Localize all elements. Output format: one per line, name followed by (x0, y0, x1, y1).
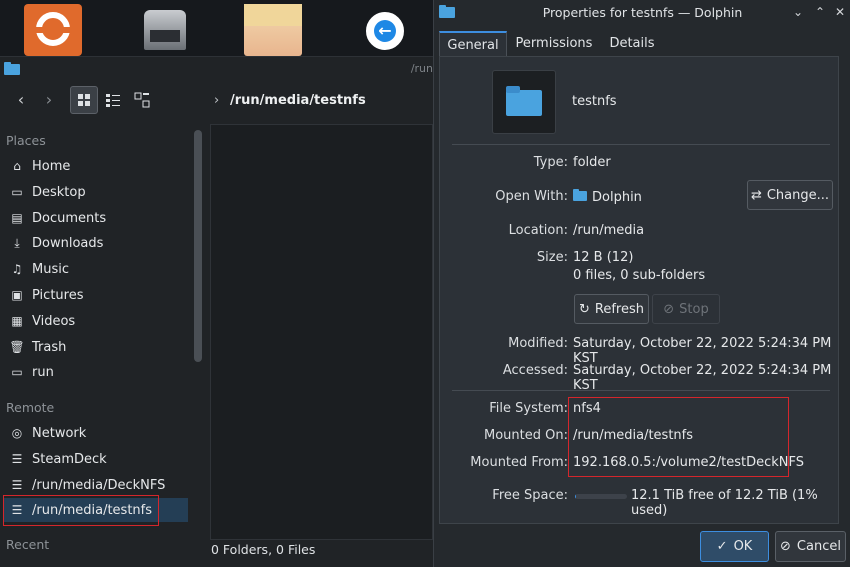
dolphin-window: /run ‹ › › /run/media/testnfs Places ⌂ Ho… (0, 56, 433, 567)
swap-arrows-icon: ⇄ (750, 187, 762, 203)
remote-decknfs[interactable]: ☰/run/media/DeckNFS (4, 473, 188, 497)
cancel-icon: ⊘ (780, 539, 791, 554)
drive-icon: ☰ (11, 452, 23, 466)
video-icon: ▦ (11, 314, 23, 328)
dolphin-toolbar: ‹ › › /run/media/testnfs (0, 81, 433, 121)
cancel-button[interactable]: ⊘ Cancel (775, 531, 846, 562)
free-space-value: 12.1 TiB free of 12.2 TiB (1% used) (631, 488, 818, 518)
section-places: Places (6, 133, 46, 148)
compact-view-icon[interactable] (99, 86, 127, 114)
mounted-from-label: Mounted From: (470, 455, 568, 470)
place-videos[interactable]: ▦ Videos (4, 309, 188, 333)
size-detail: 0 files, 0 sub-folders (573, 268, 706, 283)
network-drive-icon: ☰ (11, 478, 23, 492)
free-space-label: Free Space: (492, 488, 568, 503)
section-remote: Remote (6, 400, 55, 415)
accessed-value: Saturday, October 22, 2022 5:24:34 PM KS… (573, 363, 832, 393)
highlight-box-mount-info (568, 397, 789, 477)
tab-general[interactable]: General (439, 31, 507, 57)
check-icon: ✓ (716, 539, 728, 554)
document-icon: ▤ (11, 211, 23, 225)
back-arrow-icon[interactable]: ‹ (10, 88, 32, 112)
icons-view-icon[interactable] (70, 86, 98, 114)
free-space-gauge (575, 494, 627, 499)
home-icon: ⌂ (13, 159, 21, 173)
properties-dialog: Properties for testnfs — Dolphin ⌄ ⌃ ✕ G… (433, 0, 850, 567)
status-bar: 0 Folders, 0 Files (211, 542, 316, 557)
trash-icon: 🗑 (9, 340, 25, 354)
place-documents[interactable]: ▤ Documents (4, 206, 188, 230)
breadcrumb[interactable]: /run/media/testnfs (230, 93, 366, 108)
dolphin-titlebar: /run (0, 57, 433, 81)
remote-network[interactable]: ◎ Network (4, 421, 188, 445)
breadcrumb-chevron-icon[interactable]: › (214, 93, 219, 108)
modified-label: Modified: (508, 336, 568, 351)
forward-arrow-icon[interactable]: › (38, 88, 60, 112)
place-downloads[interactable]: ⤓ Downloads (4, 231, 188, 255)
refresh-icon: ↻ (579, 301, 590, 317)
stop-icon: ⊘ (663, 301, 675, 317)
size-value: 12 B (12) (573, 250, 634, 265)
picture-icon: ▣ (11, 288, 23, 302)
close-icon[interactable]: ✕ (831, 3, 849, 21)
music-icon: ♫ (11, 262, 23, 276)
divider (452, 144, 830, 145)
download-icon: ⤓ (14, 235, 20, 250)
tab-details[interactable]: Details (597, 31, 667, 57)
file-view[interactable] (210, 124, 433, 540)
type-label: Type: (533, 155, 568, 170)
network-icon: ◎ (11, 426, 23, 440)
places-scrollbar[interactable] (194, 130, 202, 362)
desktop-truck-game-icon[interactable] (136, 4, 194, 56)
desktop-anime-game-icon[interactable] (244, 4, 302, 56)
desktop-back-arrow-icon[interactable]: ← (362, 4, 420, 56)
mounted-on-label: Mounted On: (484, 428, 568, 443)
window-title-truncated: /run (410, 62, 433, 75)
section-recent: Recent (6, 537, 50, 552)
type-value: folder (573, 155, 611, 170)
folder-icon (4, 62, 20, 79)
remote-steamdeck[interactable]: ☰ SteamDeck (4, 447, 188, 471)
accessed-label: Accessed: (502, 363, 568, 378)
large-folder-icon[interactable] (492, 70, 556, 134)
place-pictures[interactable]: ▣ Pictures (4, 283, 188, 307)
tab-permissions[interactable]: Permissions (509, 31, 599, 57)
place-music[interactable]: ♫ Music (4, 257, 188, 281)
free-space-gauge-fill (575, 494, 577, 499)
refresh-button[interactable]: ↻ Refresh (574, 294, 649, 324)
place-home[interactable]: ⌂ Home (4, 154, 188, 178)
modified-value: Saturday, October 22, 2022 5:24:34 PM KS… (573, 336, 832, 366)
stop-button[interactable]: ⊘ Stop (652, 294, 720, 324)
maximize-chevron-icon[interactable]: ⌃ (811, 3, 829, 21)
item-name: testnfs (572, 94, 617, 109)
ok-button[interactable]: ✓ OK (700, 531, 769, 562)
size-label: Size: (536, 250, 568, 265)
divider (452, 390, 830, 391)
place-trash[interactable]: 🗑 Trash (4, 335, 188, 359)
dialog-title: Properties for testnfs — Dolphin (542, 5, 743, 20)
filesystem-label: File System: (489, 401, 568, 416)
view-mode-group (70, 86, 156, 114)
change-button[interactable]: ⇄ Change... (747, 180, 833, 210)
place-run[interactable]: ▭ run (4, 360, 188, 384)
folder-icon (573, 189, 587, 205)
dialog-titlebar: Properties for testnfs — Dolphin ⌄ ⌃ ✕ (434, 0, 850, 24)
minimize-chevron-icon[interactable]: ⌄ (789, 3, 807, 21)
folder-outline-icon: ▭ (11, 365, 23, 379)
location-label: Location: (508, 223, 568, 238)
desktop-icon: ▭ (11, 185, 23, 199)
place-desktop[interactable]: ▭ Desktop (4, 180, 188, 204)
openwith-value: Dolphin (573, 189, 642, 205)
location-value: /run/media (573, 223, 645, 238)
desktop-app-icon[interactable] (24, 4, 82, 56)
details-view-icon[interactable] (128, 86, 156, 114)
openwith-label: Open With: (495, 189, 568, 204)
highlight-box-testnfs (3, 495, 159, 526)
